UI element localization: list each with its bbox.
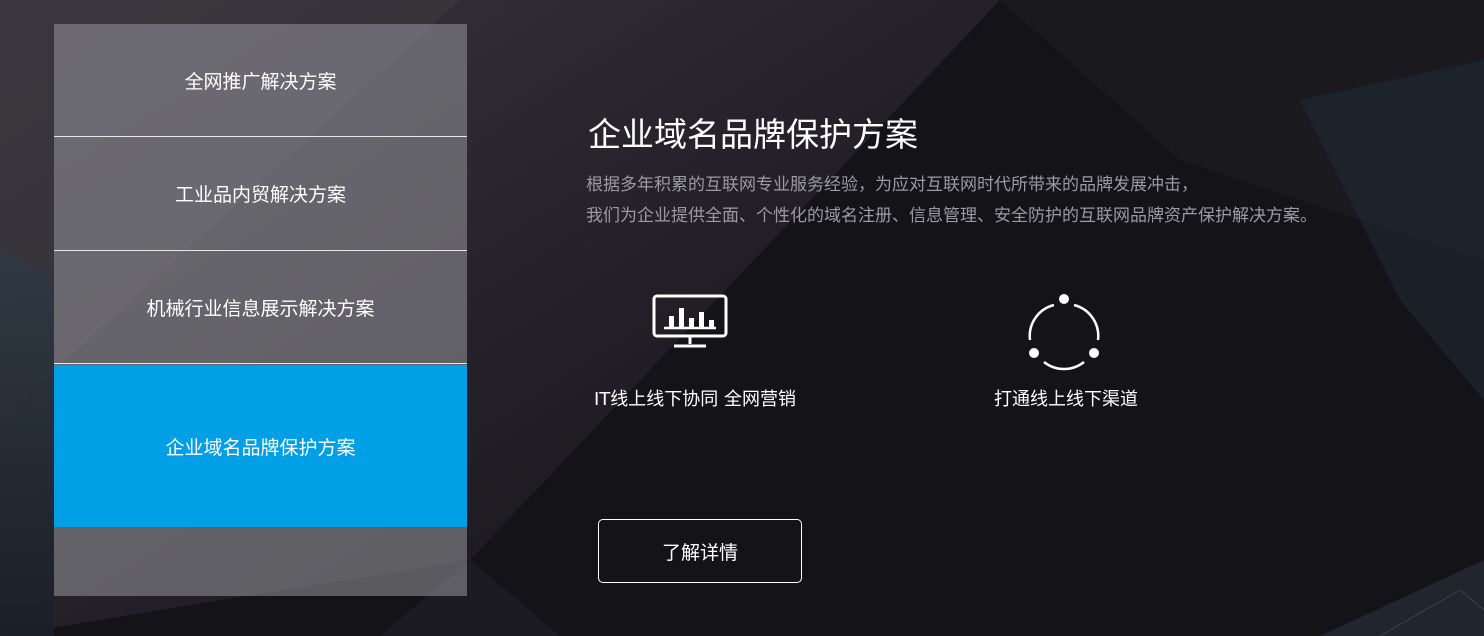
menu-item-network-promotion[interactable]: 全网推广解决方案 [54,24,467,137]
section-title: 企业域名品牌保护方案 [588,115,918,154]
section-description: 根据多年积累的互联网专业服务经验，为应对互联网时代所带来的品牌发展冲击， 我们为… [586,170,1317,232]
menu-item-domain-brand-protection[interactable]: 企业域名品牌保护方案 [54,365,467,527]
learn-more-button[interactable]: 了解详情 [598,519,802,583]
cycle-network-icon [1028,294,1100,371]
menu-item-industrial-trade[interactable]: 工业品内贸解决方案 [54,137,467,251]
feature-label: IT线上线下协同 全网营销 [594,389,797,410]
learn-more-label: 了解详情 [661,541,738,564]
menu-item-label: 机械行业信息展示解决方案 [146,297,375,320]
monitor-chart-icon [652,294,728,348]
menu-item-machinery-info[interactable]: 机械行业信息展示解决方案 [54,251,467,364]
solutions-menu: 全网推广解决方案 工业品内贸解决方案 机械行业信息展示解决方案 企业域名品牌保护… [54,24,467,596]
description-line: 我们为企业提供全面、个性化的域名注册、信息管理、安全防护的互联网品牌资产保护解决… [586,206,1317,226]
description-line: 根据多年积累的互联网专业服务经验，为应对互联网时代所带来的品牌发展冲击， [586,175,1198,195]
feature-label: 打通线上线下渠道 [994,389,1138,410]
menu-item-label: 工业品内贸解决方案 [174,184,346,206]
menu-item-label: 企业域名品牌保护方案 [165,436,356,459]
menu-item-label: 全网推广解决方案 [184,70,337,93]
